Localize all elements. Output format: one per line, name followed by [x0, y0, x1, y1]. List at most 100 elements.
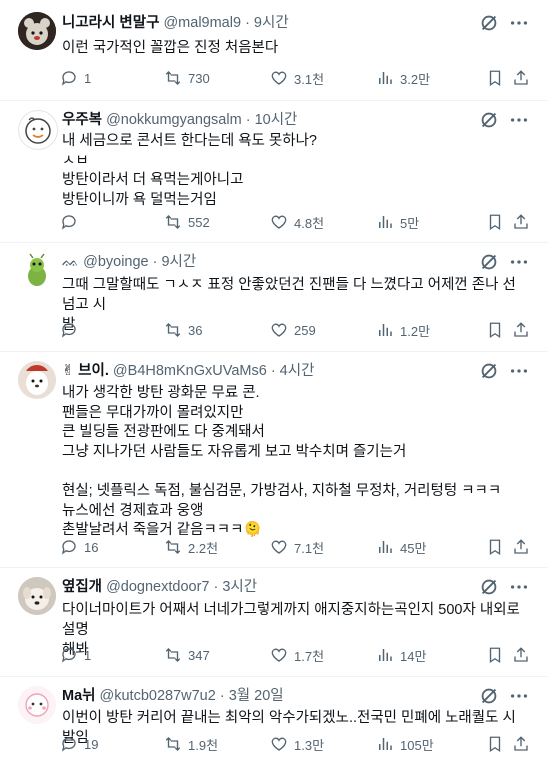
more-options-icon[interactable] — [508, 12, 530, 34]
repost-icon — [165, 323, 181, 337]
like-button[interactable]: 3.1천 — [270, 67, 324, 89]
repost-icon — [165, 648, 181, 662]
reply-post[interactable]: 니고라시 변말구 @mal9mal9 · 9시간 이런 국가적인 꼴깝은 진정 … — [0, 0, 548, 101]
views-button[interactable]: 45만 — [376, 536, 426, 558]
reply-button[interactable] — [60, 319, 84, 341]
display-name[interactable]: ✌ 브이. — [62, 363, 109, 379]
user-handle[interactable]: @nokkumgyangsalm — [106, 112, 242, 128]
reply-button[interactable]: 1 — [60, 67, 91, 89]
user-avatar[interactable] — [18, 361, 56, 399]
green-bug-avatar-icon — [28, 253, 46, 286]
more-options-icon[interactable] — [508, 576, 530, 598]
reply-button[interactable]: 16 — [60, 536, 98, 558]
views-button[interactable]: 5만 — [376, 211, 419, 233]
more-options-icon[interactable] — [508, 360, 530, 382]
display-name[interactable]: 옆집개 — [62, 579, 102, 595]
user-avatar[interactable] — [18, 577, 56, 615]
bookmark-button[interactable] — [486, 733, 504, 755]
grok-icon[interactable] — [478, 576, 500, 598]
post-time[interactable]: · 4시간 — [271, 363, 315, 379]
grok-icon[interactable] — [478, 12, 500, 34]
user-handle[interactable]: @dognextdoor7 — [106, 579, 209, 595]
reply-count: 19 — [84, 736, 99, 752]
post-tools — [478, 360, 530, 382]
views-button[interactable]: 1.2만 — [376, 319, 430, 341]
user-avatar[interactable] — [18, 686, 56, 724]
user-handle[interactable]: @mal9mal9 — [163, 15, 241, 31]
share-icon — [514, 736, 528, 751]
bookmark-button[interactable] — [486, 211, 504, 233]
post-text: 내가 생각한 방탄 광화문 무료 콘. 팬들은 무대가까이 몰려있지만 큰 빌딩… — [62, 385, 502, 539]
reply-icon — [61, 648, 76, 663]
like-button[interactable]: 4.8천 — [270, 211, 324, 233]
heart-icon — [271, 71, 287, 85]
reply-button[interactable]: 1 — [60, 644, 91, 666]
share-button[interactable] — [512, 211, 530, 233]
reply-post[interactable]: 우주복 @nokkumgyangsalm · 10시간 내 세금으로 콘서트 한… — [0, 100, 548, 243]
more-options-icon[interactable] — [508, 685, 530, 707]
repost-button[interactable]: 347 — [164, 644, 210, 666]
bookmark-button[interactable] — [486, 644, 504, 666]
bookmark-button[interactable] — [486, 67, 504, 89]
user-avatar[interactable] — [18, 12, 56, 50]
display-name[interactable]: Ma뉘 — [62, 688, 95, 704]
grok-icon[interactable] — [478, 360, 500, 382]
views-button[interactable]: 14만 — [376, 644, 426, 666]
reply-icon — [61, 215, 76, 230]
more-options-icon[interactable] — [508, 109, 530, 131]
bookmark-button[interactable] — [486, 536, 504, 558]
like-count: 7.1천 — [294, 540, 325, 556]
user-handle[interactable]: ᨐ @byoinge — [62, 254, 149, 270]
post-time[interactable]: · 3월 20일 — [220, 688, 284, 704]
display-name[interactable]: 우주복 — [62, 112, 102, 128]
repost-button[interactable]: 552 — [164, 211, 210, 233]
share-button[interactable] — [512, 67, 530, 89]
display-name[interactable]: 니고라시 변말구 — [62, 15, 159, 31]
views-button[interactable]: 3.2만 — [376, 67, 430, 89]
reply-icon — [61, 71, 76, 86]
repost-icon — [165, 215, 181, 229]
reply-button[interactable]: 19 — [60, 733, 98, 755]
post-time[interactable]: · 9시간 — [245, 15, 289, 31]
repost-icon — [165, 737, 181, 751]
grok-icon[interactable] — [478, 685, 500, 707]
grok-icon[interactable] — [478, 109, 500, 131]
share-icon — [514, 539, 528, 554]
reply-post[interactable]: ✌ 브이. @B4H8mKnGxUVaMs6 · 4시간 내가 생각한 방탄 광… — [0, 351, 548, 568]
user-avatar[interactable] — [18, 110, 58, 150]
bookmark-button[interactable] — [486, 319, 504, 341]
bookmark-icon — [489, 736, 501, 753]
repost-button[interactable]: 1.9천 — [164, 733, 218, 755]
reply-post[interactable]: ᨐ @byoinge · 9시간 그때 그말할때도 ㄱㅅㅈ 표정 안좋았던건 진… — [0, 242, 548, 352]
user-handle[interactable]: @kutcb0287w7u2 — [100, 688, 216, 704]
like-button[interactable]: 1.7천 — [270, 644, 324, 666]
views-button[interactable]: 105만 — [376, 733, 434, 755]
share-button[interactable] — [512, 733, 530, 755]
post-actions: 552 4.8천 5만 — [60, 211, 530, 233]
repost-button[interactable]: 2.2천 — [164, 536, 218, 558]
reply-button[interactable] — [60, 211, 84, 233]
post-time[interactable]: · 9시간 — [153, 254, 197, 270]
reply-count: 1 — [84, 70, 92, 86]
share-button[interactable] — [512, 536, 530, 558]
like-button[interactable]: 1.3만 — [270, 733, 324, 755]
more-options-icon[interactable] — [508, 251, 530, 273]
post-time[interactable]: · 10시간 — [246, 112, 298, 128]
repost-button[interactable]: 730 — [164, 67, 210, 89]
post-time[interactable]: · 3시간 — [214, 579, 258, 595]
analytics-icon — [379, 649, 392, 661]
bookmark-icon — [489, 539, 501, 556]
grok-icon[interactable] — [478, 251, 500, 273]
share-icon — [514, 70, 528, 85]
reply-post[interactable]: Ma뉘 @kutcb0287w7u2 · 3월 20일 이번이 방탄 커리어 끝… — [0, 676, 548, 763]
like-button[interactable]: 7.1천 — [270, 536, 324, 558]
reply-post[interactable]: 옆집개 @dognextdoor7 · 3시간 다이너마이트가 어째서 너네가그… — [0, 567, 548, 677]
repost-button[interactable]: 36 — [164, 319, 202, 341]
user-avatar[interactable] — [18, 252, 56, 290]
share-button[interactable] — [512, 644, 530, 666]
repost-count: 347 — [188, 647, 210, 663]
user-handle[interactable]: @B4H8mKnGxUVaMs6 — [113, 363, 267, 379]
share-button[interactable] — [512, 319, 530, 341]
like-button[interactable]: 259 — [270, 319, 316, 341]
repost-count: 36 — [188, 322, 203, 338]
